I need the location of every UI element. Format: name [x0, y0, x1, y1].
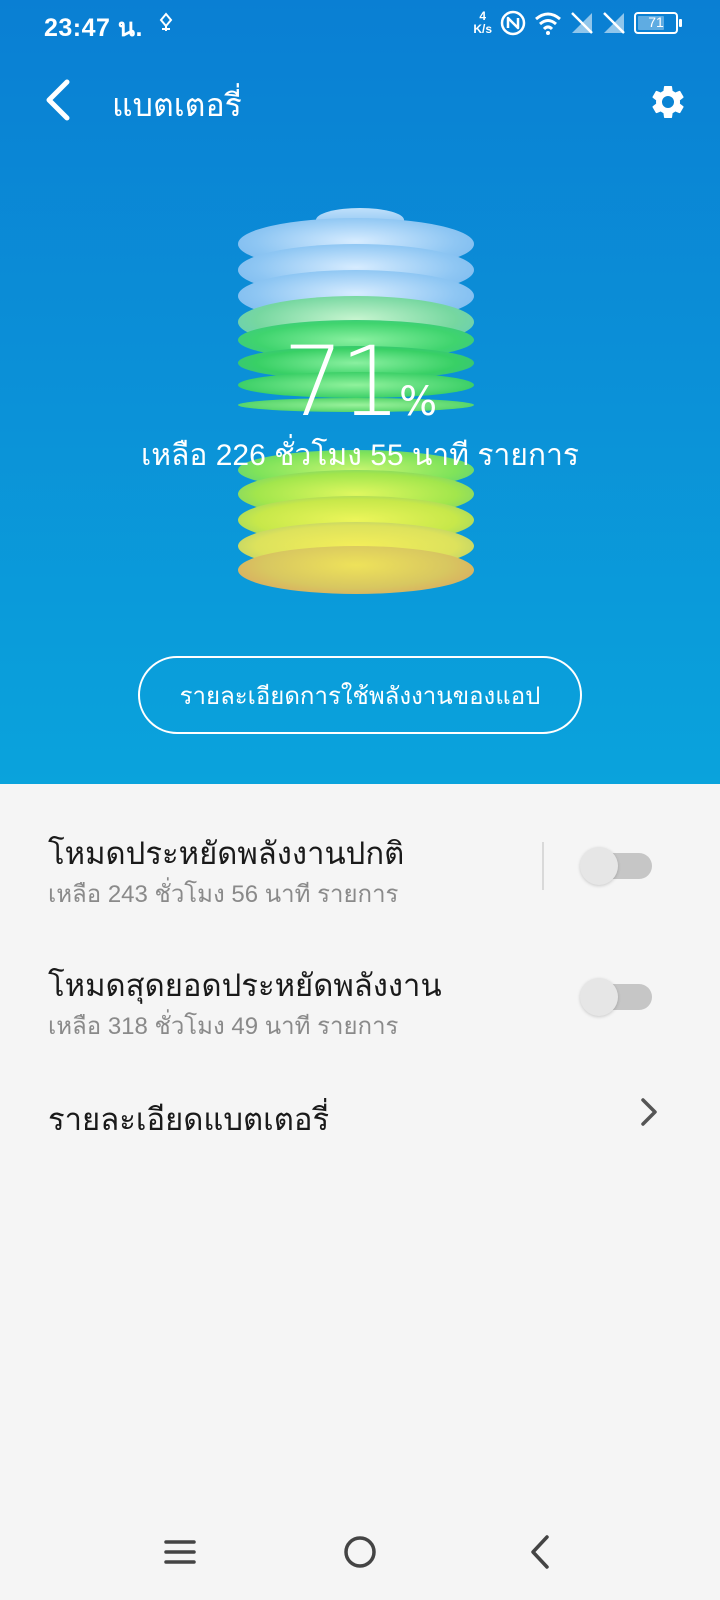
app-usage-details-button[interactable]: รายละเอียดการใช้พลังงานของแอป	[138, 656, 582, 734]
back-button[interactable]	[34, 72, 82, 128]
nav-back-button[interactable]	[510, 1522, 570, 1582]
battery-percent: 71%	[0, 326, 720, 438]
net-speed-unit: K/s	[473, 22, 492, 36]
toggle-knob	[580, 978, 618, 1016]
power-saving-title: โหมดประหยัดพลังงานปกติ	[48, 836, 405, 871]
back-icon	[531, 1535, 549, 1569]
navigation-bar	[0, 1504, 720, 1600]
back-arrow-icon	[46, 79, 70, 121]
battery-remaining-time: เหลือ 226 ชั่วโมง 55 นาที รายการ	[140, 439, 580, 472]
chevron-right-icon	[641, 1098, 657, 1126]
toggle-knob	[580, 847, 618, 885]
notification-icon	[159, 12, 173, 31]
battery-icon: 71	[634, 12, 682, 34]
list-item-power-saving[interactable]: โหมดประหยัดพลังงานปกติ เหลือ 243 ชั่วโมง…	[0, 784, 720, 916]
recent-apps-button[interactable]	[150, 1522, 210, 1582]
net-speed: 4 K/s	[473, 10, 492, 36]
battery-disc	[238, 546, 474, 594]
gear-icon	[652, 85, 684, 118]
home-icon	[344, 1536, 376, 1568]
ultra-saving-subtitle: เหลือ 318 ชั่วโมง 49 นาที รายการ	[48, 1013, 399, 1040]
no-sim-icon	[603, 12, 625, 34]
status-time: 23:47 น.	[44, 14, 143, 42]
battery-percent-value: 71	[282, 326, 401, 438]
divider	[542, 842, 544, 890]
nfc-icon	[500, 10, 526, 36]
battery-percent-sign: %	[399, 379, 438, 425]
status-icons: 4 K/s 71	[473, 7, 682, 39]
status-bar: 23:47 น. 4 K/s 71	[0, 0, 720, 48]
ultra-saving-toggle[interactable]	[580, 978, 652, 1016]
no-sim-icon	[571, 12, 593, 34]
power-saving-subtitle: เหลือ 243 ชั่วโมง 56 นาที รายการ	[48, 881, 399, 908]
home-button[interactable]	[330, 1522, 390, 1582]
battery-details-title: รายละเอียดแบตเตอรี่	[48, 1102, 330, 1137]
battery-level: 71	[648, 14, 664, 30]
ultra-saving-title: โหมดสุดยอดประหยัดพลังงาน	[48, 968, 442, 1003]
battery-hero: 23:47 น. 4 K/s 71 แบตเตอรี่ 71% เหลือ 22…	[0, 0, 720, 784]
wifi-icon	[535, 12, 561, 35]
settings-button[interactable]	[642, 76, 694, 128]
power-saving-toggle[interactable]	[580, 847, 652, 885]
list-item-battery-details[interactable]: รายละเอียดแบตเตอรี่	[0, 1048, 720, 1158]
list-item-ultra-saving[interactable]: โหมดสุดยอดประหยัดพลังงาน เหลือ 318 ชั่วโ…	[0, 916, 720, 1048]
menu-icon	[164, 1540, 196, 1564]
page-title: แบตเตอรี่	[112, 87, 242, 123]
